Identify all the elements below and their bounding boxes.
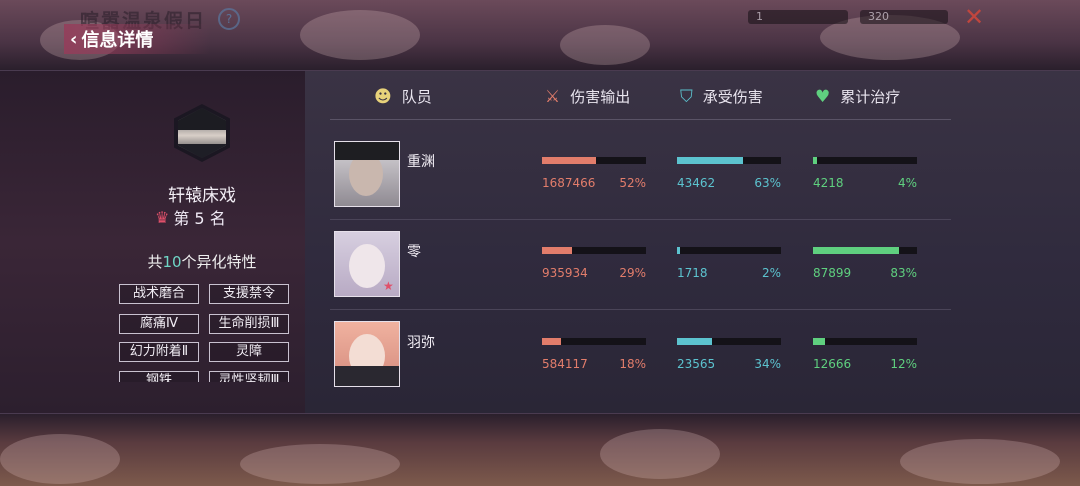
damage-value: 584117: [542, 357, 588, 371]
member-portrait[interactable]: ★: [334, 231, 400, 297]
trait-item[interactable]: 生命削损Ⅲ: [209, 314, 289, 334]
trait-item[interactable]: 幻力附着Ⅱ: [119, 342, 199, 362]
damage-bar-fill: [542, 157, 596, 164]
resource-counter-1: 1: [748, 10, 848, 24]
damage-bar-fill: [542, 247, 572, 254]
shield-icon: ⛉: [680, 86, 693, 107]
taken-bar: [677, 247, 781, 254]
taken-bar-fill: [677, 338, 712, 345]
taken-pct: 2%: [761, 266, 781, 280]
member-name: 重渊: [407, 154, 435, 170]
trait-item[interactable]: 灵障: [209, 342, 289, 362]
trait-item[interactable]: 腐痛Ⅳ: [119, 314, 199, 334]
taken-value: 1718: [677, 266, 708, 280]
damage-value: 1687466: [542, 176, 596, 190]
member-portrait[interactable]: [334, 321, 400, 387]
back-button-label: 信息详情: [81, 30, 154, 51]
damage-pct: 18%: [619, 357, 646, 371]
taken-bar: [677, 157, 781, 164]
taken-bar-fill: [677, 247, 680, 254]
close-icon[interactable]: ✕: [964, 5, 984, 29]
damage-value: 935934: [542, 266, 588, 280]
player-rank: ♛ 第 5 名: [155, 205, 226, 229]
heal-value: 4218: [813, 176, 844, 190]
damage-bar: [542, 338, 646, 345]
rank-label: 第 5 名: [173, 209, 226, 228]
trait-list[interactable]: 战术磨合 支援禁令 腐痛Ⅳ 生命削损Ⅲ 幻力附着Ⅱ 灵障 钢铁 灵性坚韧Ⅲ: [119, 284, 291, 382]
header-heal: ♥ 累计治疗: [815, 86, 901, 107]
heal-bar: [813, 338, 917, 345]
heal-bar-fill: [813, 247, 899, 254]
trait-item[interactable]: 灵性坚韧Ⅲ: [209, 371, 289, 382]
damage-bar-fill: [542, 338, 561, 345]
crown-icon: ♛: [155, 207, 170, 227]
taken-value: 43462: [677, 176, 716, 190]
member-name: 零: [407, 244, 421, 260]
back-button[interactable]: ‹ 信息详情: [64, 24, 210, 54]
heal-pct: 83%: [890, 266, 917, 280]
header-divider: [330, 119, 951, 120]
chevron-left-icon: ‹: [70, 28, 78, 50]
damage-bar: [542, 247, 646, 254]
trait-count: 10: [162, 253, 182, 271]
heal-bar-fill: [813, 157, 817, 164]
resource-counter-2: 320: [860, 10, 948, 24]
taken-pct: 63%: [754, 176, 781, 190]
row-divider: [330, 309, 951, 310]
heal-value: 87899: [813, 266, 852, 280]
damage-pct: 29%: [619, 266, 646, 280]
taken-bar-fill: [677, 157, 743, 164]
player-name: 轩辕床戏: [168, 186, 236, 206]
heart-icon: ♥: [815, 86, 831, 107]
heal-pct: 4%: [897, 176, 917, 190]
header-member: ☻ 队员: [374, 86, 432, 107]
member-name: 羽弥: [407, 335, 435, 351]
trait-count-text: 共10个异化特性: [147, 253, 257, 271]
heal-value: 12666: [813, 357, 852, 371]
trait-item[interactable]: 支援禁令: [209, 284, 289, 304]
user-icon: ☻: [374, 86, 392, 107]
crossed-swords-icon: ⚔: [545, 86, 561, 107]
header-damage: ⚔ 伤害输出: [545, 86, 631, 107]
damage-bar: [542, 157, 646, 164]
trait-item[interactable]: 战术磨合: [119, 284, 199, 304]
heal-bar: [813, 157, 917, 164]
panel-border-bottom: [0, 413, 1080, 414]
help-icon[interactable]: ?: [218, 8, 240, 30]
row-divider: [330, 219, 951, 220]
trait-item[interactable]: 钢铁: [119, 371, 199, 382]
heal-pct: 12%: [890, 357, 917, 371]
damage-pct: 52%: [619, 176, 646, 190]
panel-border-top: [0, 70, 1080, 71]
taken-pct: 34%: [754, 357, 781, 371]
member-portrait[interactable]: [334, 141, 400, 207]
taken-value: 23565: [677, 357, 716, 371]
heal-bar-fill: [813, 338, 825, 345]
header-taken: ⛉ 承受伤害: [680, 86, 763, 107]
taken-bar: [677, 338, 781, 345]
background-scene-bottom: [0, 414, 1080, 486]
heal-bar: [813, 247, 917, 254]
